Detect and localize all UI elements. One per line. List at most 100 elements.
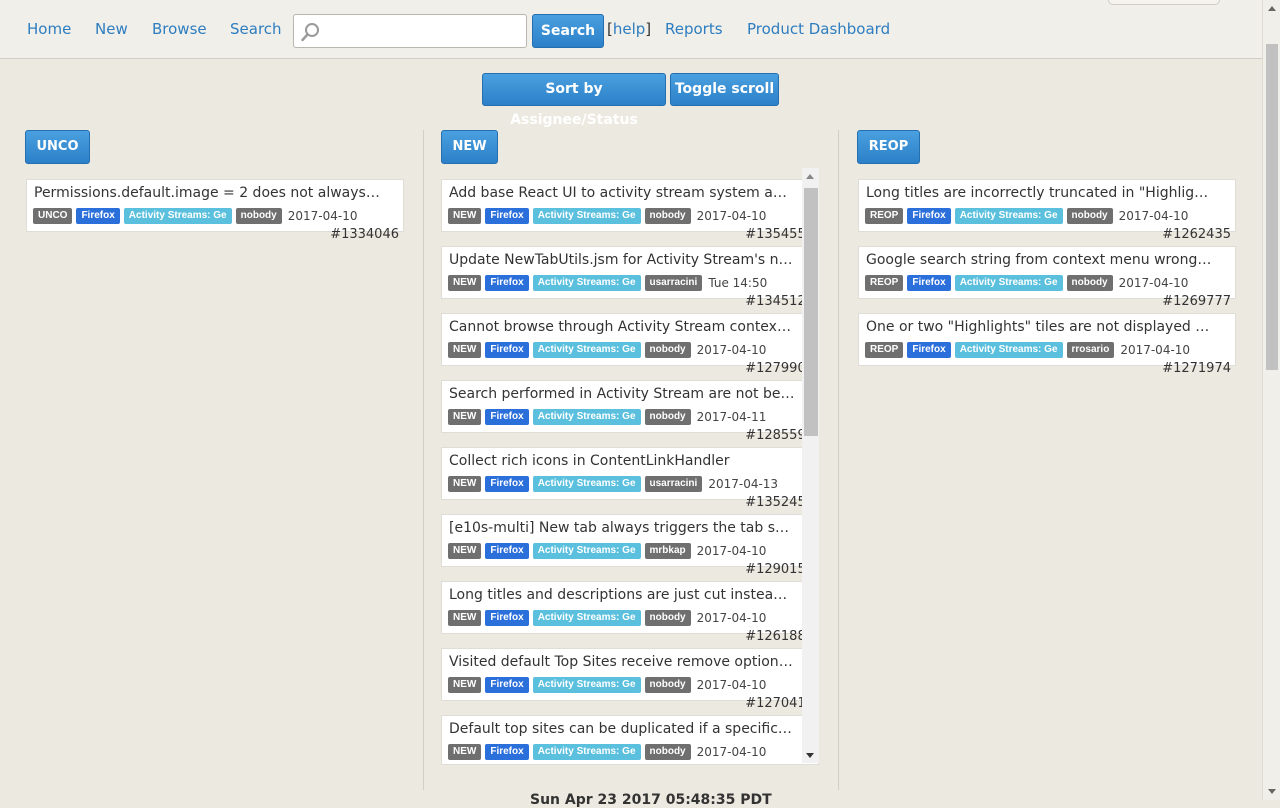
help-link[interactable]: help bbox=[613, 20, 645, 38]
bug-card[interactable]: One or two "Highlights" tiles are not di… bbox=[858, 313, 1236, 376]
bug-id-link[interactable]: #1334046 bbox=[330, 227, 399, 242]
page-scrollbar[interactable] bbox=[1262, 0, 1280, 800]
bug-title[interactable]: [e10s-multi] New tab always triggers the… bbox=[449, 520, 795, 536]
scroll-up-arrow-icon[interactable] bbox=[806, 174, 814, 179]
bug-card[interactable]: Update NewTabUtils.jsm for Activity Stre… bbox=[441, 246, 819, 309]
product-badge: Firefox bbox=[485, 542, 529, 559]
assignee-badge: nobody bbox=[1066, 207, 1113, 224]
bug-title[interactable]: Cannot browse through Activity Stream co… bbox=[449, 319, 795, 335]
product-badge: Firefox bbox=[485, 676, 529, 693]
bug-card[interactable]: Google search string from context menu w… bbox=[858, 246, 1236, 309]
search-input[interactable] bbox=[328, 20, 522, 44]
page-scrollbar-thumb[interactable] bbox=[1266, 44, 1278, 370]
product-badge: Firefox bbox=[485, 743, 529, 760]
bug-tags: NEW Firefox Activity Streams: Ge nobody 2017… bbox=[448, 341, 766, 358]
product-badge: Firefox bbox=[907, 274, 951, 291]
help-link-group: [help] bbox=[607, 20, 651, 38]
top-right-tab bbox=[1108, 0, 1220, 5]
bug-card[interactable]: Default top sites can be duplicated if a… bbox=[441, 715, 819, 765]
bug-title[interactable]: Search performed in Activity Stream are … bbox=[449, 386, 795, 402]
product-badge: Firefox bbox=[76, 207, 120, 224]
status-badge: NEW bbox=[448, 475, 482, 492]
bug-title[interactable]: Default top sites can be duplicated if a… bbox=[449, 721, 795, 737]
search-button[interactable]: Search bbox=[532, 14, 604, 48]
assignee-badge: nobody bbox=[644, 408, 691, 425]
component-badge: Activity Streams: Ge bbox=[532, 542, 641, 559]
nav-search-link[interactable]: Search bbox=[230, 20, 282, 38]
status-badge: REOP bbox=[865, 274, 904, 291]
bug-card[interactable]: Collect rich icons in ContentLinkHandler… bbox=[441, 447, 819, 510]
bug-id-link[interactable]: #1271974 bbox=[1162, 361, 1231, 376]
last-changed-date: 2017-04-10 bbox=[287, 208, 358, 223]
last-changed-date: 2017-04-10 bbox=[696, 744, 767, 759]
column-header-unco[interactable]: UNCO bbox=[25, 130, 90, 164]
bug-card[interactable]: Add base React UI to activity stream sys… bbox=[441, 179, 819, 242]
product-badge: Firefox bbox=[485, 341, 529, 358]
last-changed-date: 2017-04-10 bbox=[696, 543, 767, 558]
component-badge: Activity Streams: Ge bbox=[532, 408, 641, 425]
bug-title[interactable]: Long titles and descriptions are just cu… bbox=[449, 587, 795, 603]
search-input-box[interactable] bbox=[293, 14, 527, 48]
bug-tags: NEW Firefox Activity Streams: Ge mrbkap 2017… bbox=[448, 542, 766, 559]
bug-card[interactable]: [e10s-multi] New tab always triggers the… bbox=[441, 514, 819, 577]
sort-by-assignee-status-button[interactable]: Sort by Assignee/Status bbox=[482, 73, 666, 128]
bug-id-link[interactable]: #1262435 bbox=[1162, 227, 1231, 242]
scroll-down-arrow-icon[interactable] bbox=[806, 753, 814, 758]
bug-tags: NEW Firefox Activity Streams: Ge usarracini… bbox=[448, 274, 767, 291]
nav-home-link[interactable]: Home bbox=[27, 20, 71, 38]
status-badge: NEW bbox=[448, 341, 482, 358]
toggle-scroll-button[interactable]: Toggle scroll bbox=[670, 73, 779, 106]
bug-id-link[interactable]: #1269777 bbox=[1162, 294, 1231, 309]
nav-reports-link[interactable]: Reports bbox=[665, 20, 723, 38]
bug-title[interactable]: One or two "Highlights" tiles are not di… bbox=[866, 319, 1212, 335]
component-badge: Activity Streams: Ge bbox=[532, 676, 641, 693]
column-scrollbar[interactable] bbox=[802, 168, 819, 763]
bug-tags: UNCO Firefox Activity Streams: Ge nobody 201… bbox=[33, 207, 357, 224]
last-changed-date: 2017-04-10 bbox=[696, 342, 767, 357]
bug-title[interactable]: Long titles are incorrectly truncated in… bbox=[866, 185, 1212, 201]
nav-browse-link[interactable]: Browse bbox=[152, 20, 207, 38]
bug-title[interactable]: Update NewTabUtils.jsm for Activity Stre… bbox=[449, 252, 795, 268]
assignee-badge: rrosario bbox=[1066, 341, 1115, 358]
assignee-badge: nobody bbox=[644, 207, 691, 224]
status-badge: REOP bbox=[865, 207, 904, 224]
last-changed-date: 2017-04-10 bbox=[1118, 275, 1189, 290]
assignee-badge: nobody bbox=[235, 207, 282, 224]
column-divider bbox=[423, 130, 424, 790]
nav-product-dashboard-link[interactable]: Product Dashboard bbox=[747, 20, 890, 38]
assignee-badge: nobody bbox=[1066, 274, 1113, 291]
assignee-badge: usarracini bbox=[644, 274, 703, 291]
bug-title[interactable]: Add base React UI to activity stream sys… bbox=[449, 185, 795, 201]
bug-tags: REOP Firefox Activity Streams: Ge nobody 201… bbox=[865, 274, 1188, 291]
bug-card[interactable]: Permissions.default.image = 2 does not a… bbox=[26, 179, 404, 242]
component-badge: Activity Streams: Ge bbox=[532, 609, 641, 626]
bug-card[interactable]: Long titles and descriptions are just cu… bbox=[441, 581, 819, 644]
bug-title[interactable]: Visited default Top Sites receive remove… bbox=[449, 654, 795, 670]
last-changed-date: 2017-04-10 bbox=[696, 208, 767, 223]
component-badge: Activity Streams: Ge bbox=[123, 207, 232, 224]
bug-card[interactable]: Long titles are incorrectly truncated in… bbox=[858, 179, 1236, 242]
nav-new-link[interactable]: New bbox=[95, 20, 128, 38]
last-changed-date: 2017-04-10 bbox=[696, 610, 767, 625]
component-badge: Activity Streams: Ge bbox=[532, 274, 641, 291]
scrollbar-thumb[interactable] bbox=[804, 188, 818, 436]
assignee-badge: nobody bbox=[644, 676, 691, 693]
status-badge: NEW bbox=[448, 676, 482, 693]
product-badge: Firefox bbox=[485, 475, 529, 492]
bug-title[interactable]: Collect rich icons in ContentLinkHandler bbox=[449, 453, 795, 469]
column-header-reop[interactable]: REOP bbox=[857, 130, 920, 164]
assignee-badge: usarracini bbox=[644, 475, 703, 492]
bug-title[interactable]: Permissions.default.image = 2 does not a… bbox=[34, 185, 380, 201]
bug-title[interactable]: Google search string from context menu w… bbox=[866, 252, 1212, 268]
bug-card[interactable]: Visited default Top Sites receive remove… bbox=[441, 648, 819, 711]
bug-card[interactable]: Cannot browse through Activity Stream co… bbox=[441, 313, 819, 376]
bug-tags: NEW Firefox Activity Streams: Ge nobody 2017… bbox=[448, 207, 766, 224]
bug-tags: REOP Firefox Activity Streams: Ge rrosario 2… bbox=[865, 341, 1190, 358]
top-nav-bar: Home New Browse Search Search [help] Rep… bbox=[0, 0, 1262, 59]
bug-card[interactable]: Search performed in Activity Stream are … bbox=[441, 380, 819, 443]
column-header-new[interactable]: NEW bbox=[441, 130, 498, 164]
bug-tags: NEW Firefox Activity Streams: Ge nobody 2017… bbox=[448, 408, 766, 425]
product-badge: Firefox bbox=[485, 408, 529, 425]
page-scroll-down-icon[interactable] bbox=[1268, 789, 1276, 794]
page-scroll-up-icon[interactable] bbox=[1268, 6, 1276, 11]
